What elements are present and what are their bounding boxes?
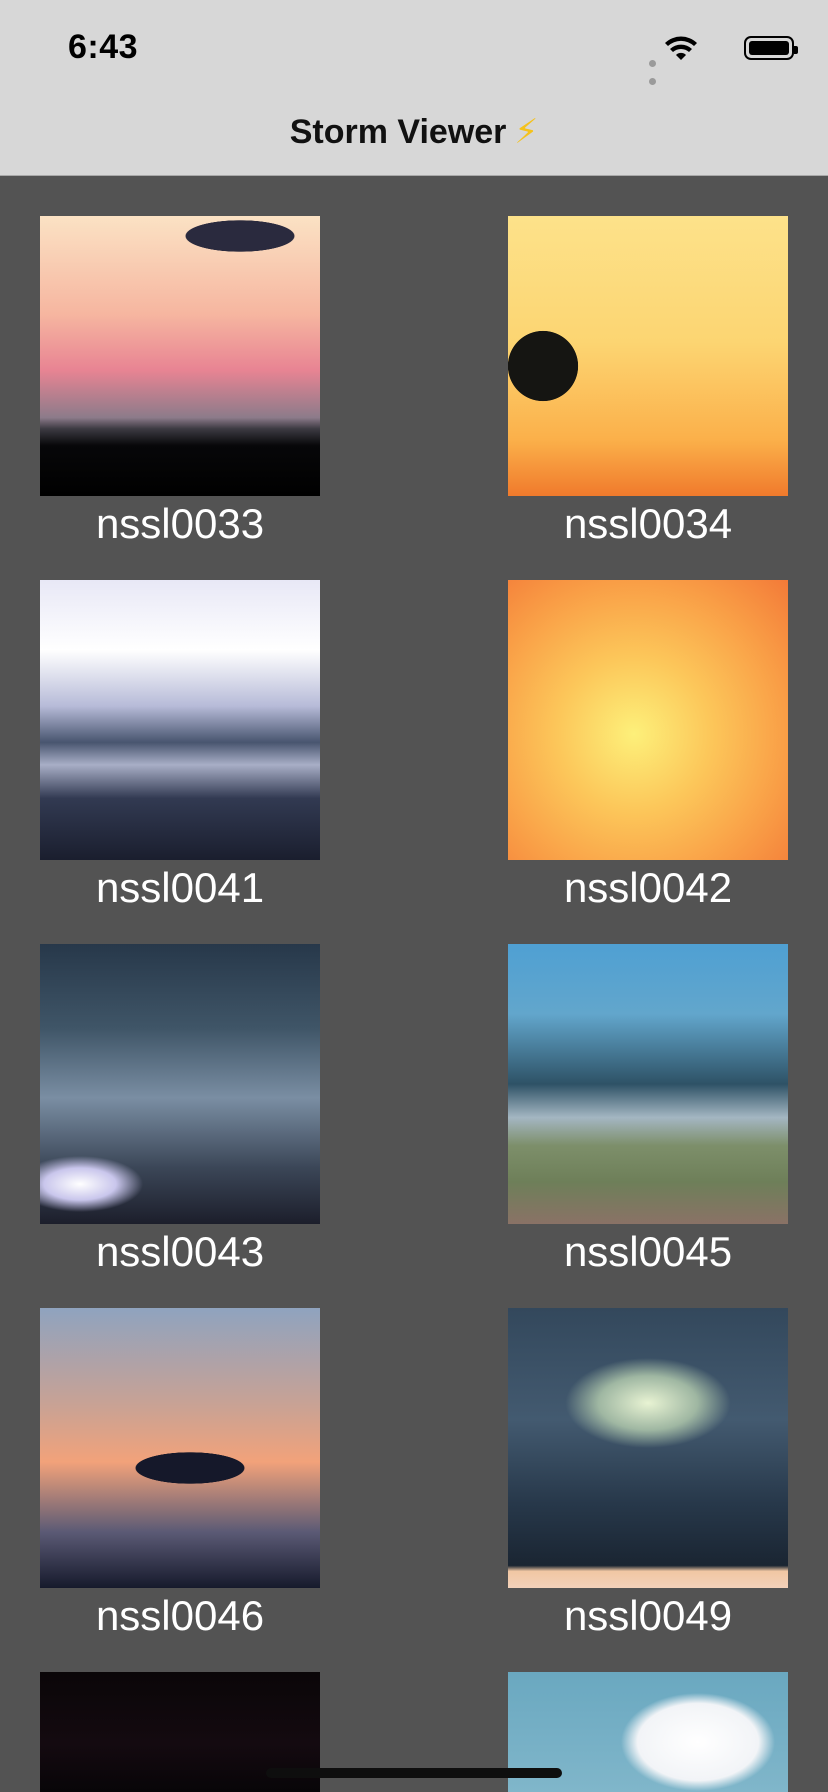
status-time: 6:43: [68, 28, 139, 66]
grid-item-caption: nssl0033: [95, 500, 265, 547]
grid-item-caption: nssl0046: [95, 1592, 265, 1639]
storm-photo-thumbnail: [508, 1308, 788, 1588]
grid-item-nssl0033[interactable]: nssl0033: [40, 216, 320, 547]
lightning-icon: ⚡: [514, 113, 539, 151]
storm-photo-thumbnail: [40, 1308, 320, 1588]
page-title-text: Storm Viewer: [289, 113, 507, 151]
grid-item-caption: nssl0049: [563, 1592, 733, 1639]
storm-photo-thumbnail: [40, 944, 320, 1224]
storm-photo-thumbnail: [40, 216, 320, 496]
navigation-bar: Storm Viewer ⚡: [0, 96, 828, 176]
grid-item-nssl0042[interactable]: nssl0042: [508, 580, 788, 911]
storm-photo-thumbnail: [508, 580, 788, 860]
grid-item-caption: nssl0042: [563, 864, 733, 911]
grid-item-nssl0045[interactable]: nssl0045: [508, 944, 788, 1275]
grid-item-caption: nssl0041: [95, 864, 265, 911]
grid-item-nssl0034[interactable]: nssl0034: [508, 216, 788, 547]
battery-icon: [744, 36, 798, 60]
grid-item-nssl0046[interactable]: nssl0046: [40, 1308, 320, 1639]
storm-photo-thumbnail: [40, 580, 320, 860]
grid-item-caption: nssl0034: [563, 500, 733, 547]
grid-item-nssl0041[interactable]: nssl0041: [40, 580, 320, 911]
grid-item-caption: nssl0043: [95, 1228, 265, 1275]
status-bar: 6:43: [0, 0, 828, 121]
grid-item-nssl0043[interactable]: nssl0043: [40, 944, 320, 1275]
grid-item-caption: nssl0045: [563, 1228, 733, 1275]
page-title: Storm Viewer ⚡: [0, 112, 828, 152]
storm-photo-thumbnail: [508, 944, 788, 1224]
home-indicator[interactable]: [266, 1768, 562, 1778]
wifi-icon: [665, 36, 697, 60]
grid-item-nssl0049[interactable]: nssl0049: [508, 1308, 788, 1639]
storm-photo-thumbnail: [508, 216, 788, 496]
